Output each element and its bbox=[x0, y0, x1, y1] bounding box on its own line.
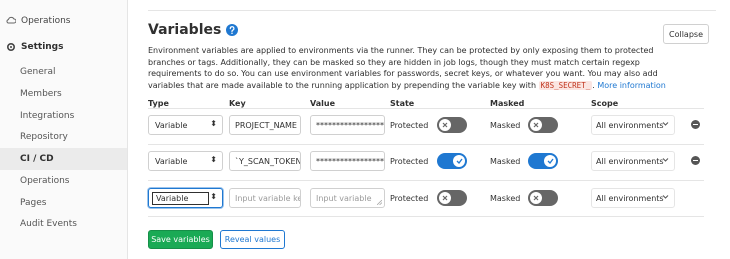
sidebar-item-audit-events[interactable]: Audit Events bbox=[0, 213, 127, 235]
section-description: Environment variables are applied to env… bbox=[148, 45, 668, 91]
sidebar-item-general[interactable]: General bbox=[0, 61, 127, 83]
sidebar-item-members[interactable]: Members bbox=[0, 83, 127, 105]
type-select[interactable]: Variable ⬍ bbox=[148, 151, 223, 171]
divider bbox=[148, 10, 716, 11]
select-arrows-icon: ⬍ bbox=[210, 119, 217, 128]
sidebar: Operations Settings General Members Inte… bbox=[0, 0, 128, 259]
select-arrows-icon: ⬍ bbox=[210, 155, 217, 164]
sidebar-item-integrations[interactable]: Integrations bbox=[0, 105, 127, 127]
scope-dropdown-value: All environments bbox=[596, 156, 664, 166]
question-circle-icon[interactable] bbox=[226, 24, 239, 36]
protected-toggle[interactable] bbox=[437, 117, 467, 133]
protected-label: Protected bbox=[390, 121, 429, 130]
sidebar-item-ci-cd[interactable]: CI / CD bbox=[0, 148, 127, 170]
protected-label: Protected bbox=[390, 194, 429, 203]
cloud-icon bbox=[6, 16, 16, 26]
description-text-end: . bbox=[592, 80, 595, 90]
chevron-down-icon bbox=[662, 156, 669, 165]
column-header-masked: Masked bbox=[490, 99, 525, 108]
value-input[interactable]: ****************** bbox=[310, 151, 385, 171]
scope-dropdown[interactable]: All environments bbox=[591, 151, 675, 171]
sidebar-item-operations[interactable]: Operations bbox=[0, 170, 127, 192]
protected-label: Protected bbox=[390, 157, 429, 166]
type-select[interactable]: Variable ⬍ bbox=[148, 188, 223, 208]
scope-dropdown[interactable]: All environments bbox=[591, 188, 675, 208]
column-header-type: Type bbox=[148, 99, 169, 108]
protected-toggle[interactable] bbox=[437, 153, 467, 169]
remove-variable-icon[interactable] bbox=[691, 156, 700, 165]
chevron-down-icon bbox=[662, 120, 669, 129]
sidebar-item-operations-top[interactable]: Operations bbox=[0, 10, 127, 32]
key-input-placeholder: Input variable ke bbox=[235, 193, 301, 203]
section-title-text: Variables bbox=[148, 22, 222, 38]
key-input[interactable]: PROJECT_NAME bbox=[229, 115, 301, 135]
scope-dropdown-value: All environments bbox=[596, 120, 664, 130]
sidebar-item-label: Operations bbox=[20, 176, 70, 186]
value-input[interactable]: Input variable bbox=[310, 188, 385, 208]
code-snippet: K8S_SECRET_ bbox=[538, 80, 593, 90]
masked-toggle[interactable] bbox=[528, 117, 558, 133]
sidebar-item-repository[interactable]: Repository bbox=[0, 126, 127, 148]
collapse-button[interactable]: Collapse bbox=[663, 24, 709, 44]
row-divider bbox=[148, 216, 704, 217]
toggle-knob bbox=[439, 119, 451, 131]
column-header-state: State bbox=[390, 99, 415, 108]
select-arrows-icon: ⬍ bbox=[210, 192, 217, 201]
toggle-knob bbox=[544, 155, 556, 167]
sidebar-item-settings[interactable]: Settings bbox=[0, 36, 127, 58]
column-header-key: Key bbox=[229, 99, 246, 108]
sidebar-item-label: Repository bbox=[20, 132, 68, 142]
sidebar-item-pages[interactable]: Pages bbox=[0, 192, 127, 214]
section-title: Variables bbox=[148, 22, 239, 38]
type-select-value: Variable bbox=[155, 120, 188, 130]
sidebar-item-label: CI / CD bbox=[20, 154, 54, 164]
sidebar-item-label: Pages bbox=[20, 198, 47, 208]
reveal-values-button[interactable]: Reveal values bbox=[220, 230, 285, 249]
sidebar-item-label: Settings bbox=[21, 42, 64, 52]
save-variables-button[interactable]: Save variables bbox=[148, 230, 213, 249]
toggle-knob bbox=[530, 192, 542, 204]
masked-label: Masked bbox=[490, 157, 521, 166]
sidebar-item-label: Integrations bbox=[20, 111, 75, 121]
sidebar-item-label: Operations bbox=[21, 16, 71, 26]
main-content: Variables Collapse Environment variables… bbox=[128, 0, 730, 259]
toggle-knob bbox=[530, 119, 542, 131]
toggle-knob bbox=[453, 155, 465, 167]
sidebar-item-label: Members bbox=[20, 89, 62, 99]
protected-toggle[interactable] bbox=[437, 190, 467, 206]
type-select[interactable]: Variable ⬍ bbox=[148, 115, 223, 135]
masked-label: Masked bbox=[490, 121, 521, 130]
row-divider bbox=[148, 180, 704, 181]
resize-handle-icon[interactable] bbox=[377, 200, 382, 205]
more-information-link[interactable]: More information bbox=[597, 81, 666, 90]
value-input[interactable]: ****************** bbox=[310, 115, 385, 135]
scope-dropdown-value: All environments bbox=[596, 193, 664, 203]
masked-toggle[interactable] bbox=[528, 153, 558, 169]
masked-label: Masked bbox=[490, 194, 521, 203]
column-header-scope: Scope bbox=[591, 99, 619, 108]
key-input[interactable]: `Y_SCAN_TOKEN bbox=[229, 151, 301, 171]
sidebar-item-label: General bbox=[20, 67, 56, 77]
value-input-placeholder: Input variable bbox=[316, 193, 372, 203]
type-select-value: Variable bbox=[155, 156, 188, 166]
masked-toggle[interactable] bbox=[528, 190, 558, 206]
row-divider bbox=[148, 108, 704, 109]
gear-icon bbox=[6, 42, 16, 52]
type-select-value: Variable bbox=[152, 191, 210, 205]
scope-dropdown[interactable]: All environments bbox=[591, 115, 675, 135]
remove-variable-icon[interactable] bbox=[691, 120, 700, 129]
sidebar-item-label: Audit Events bbox=[20, 219, 77, 229]
column-header-value: Value bbox=[310, 99, 336, 108]
toggle-knob bbox=[439, 192, 451, 204]
chevron-down-icon bbox=[662, 193, 669, 202]
key-input[interactable]: Input variable ke bbox=[229, 188, 301, 208]
row-divider bbox=[148, 144, 704, 145]
